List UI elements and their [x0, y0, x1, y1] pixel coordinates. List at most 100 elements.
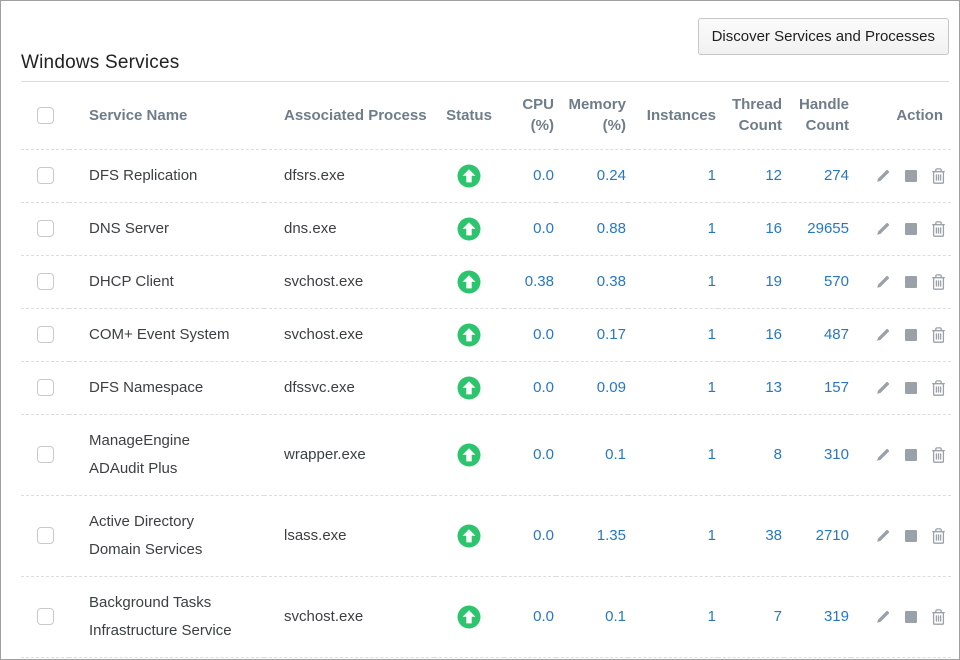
- table-row: Active Directory Domain Services lsass.e…: [21, 495, 951, 576]
- table-row: DNS Server dns.exe 0.0 0.88 1 16 29655: [21, 202, 951, 255]
- stop-square-icon[interactable]: [905, 382, 917, 394]
- row-checkbox[interactable]: [37, 379, 54, 396]
- instances-value[interactable]: 1: [628, 361, 718, 414]
- associated-process: dns.exe: [264, 202, 434, 255]
- handle-count-value[interactable]: 157: [784, 361, 851, 414]
- thread-count-value[interactable]: 19: [718, 255, 784, 308]
- delete-trash-icon[interactable]: [930, 608, 947, 626]
- cpu-value[interactable]: 0.0: [504, 495, 556, 576]
- associated-process: svchost.exe: [264, 576, 434, 657]
- delete-trash-icon[interactable]: [930, 379, 947, 397]
- cpu-value[interactable]: 0.38: [504, 255, 556, 308]
- memory-value[interactable]: 0.17: [556, 308, 628, 361]
- service-name: DNS Server: [69, 202, 264, 255]
- cpu-value[interactable]: 0.0: [504, 202, 556, 255]
- service-name: Background Tasks Infrastructure Service: [69, 576, 264, 657]
- page-header: Windows Services Discover Services and P…: [21, 1, 949, 82]
- col-header-status: Status: [434, 82, 504, 149]
- table-row: DHCP Client svchost.exe 0.38 0.38 1 19 5…: [21, 255, 951, 308]
- associated-process: lsass.exe: [264, 495, 434, 576]
- table-row: Background Tasks Infrastructure Service …: [21, 576, 951, 657]
- cpu-value[interactable]: 0.0: [504, 576, 556, 657]
- thread-count-value[interactable]: 16: [718, 202, 784, 255]
- service-name: DHCP Client: [69, 255, 264, 308]
- discover-services-button[interactable]: Discover Services and Processes: [698, 18, 949, 55]
- delete-trash-icon[interactable]: [930, 273, 947, 291]
- edit-pencil-icon[interactable]: [875, 273, 892, 290]
- memory-value[interactable]: 0.24: [556, 149, 628, 202]
- delete-trash-icon[interactable]: [930, 167, 947, 185]
- stop-square-icon[interactable]: [905, 329, 917, 341]
- instances-value[interactable]: 1: [628, 414, 718, 495]
- memory-value[interactable]: 0.1: [556, 414, 628, 495]
- row-checkbox[interactable]: [37, 273, 54, 290]
- instances-value[interactable]: 1: [628, 308, 718, 361]
- select-all-checkbox[interactable]: [37, 107, 54, 124]
- services-table-body: DFS Replication dfsrs.exe 0.0 0.24 1 12 …: [21, 149, 951, 657]
- table-header-row: Service Name Associated Process Status C…: [21, 82, 951, 149]
- col-header-service-name: Service Name: [69, 82, 264, 149]
- thread-count-value[interactable]: 16: [718, 308, 784, 361]
- row-checkbox[interactable]: [37, 326, 54, 343]
- cpu-value[interactable]: 0.0: [504, 149, 556, 202]
- instances-value[interactable]: 1: [628, 576, 718, 657]
- cpu-value[interactable]: 0.0: [504, 361, 556, 414]
- handle-count-value[interactable]: 29655: [784, 202, 851, 255]
- thread-count-value[interactable]: 7: [718, 576, 784, 657]
- thread-count-value[interactable]: 38: [718, 495, 784, 576]
- status-up-icon: [457, 323, 481, 347]
- row-checkbox[interactable]: [37, 220, 54, 237]
- col-header-cpu: CPU (%): [504, 82, 556, 149]
- stop-square-icon[interactable]: [905, 611, 917, 623]
- delete-trash-icon[interactable]: [930, 326, 947, 344]
- edit-pencil-icon[interactable]: [875, 527, 892, 544]
- handle-count-value[interactable]: 310: [784, 414, 851, 495]
- delete-trash-icon[interactable]: [930, 446, 947, 464]
- instances-value[interactable]: 1: [628, 255, 718, 308]
- handle-count-value[interactable]: 2710: [784, 495, 851, 576]
- thread-count-value[interactable]: 12: [718, 149, 784, 202]
- table-row: DFS Replication dfsrs.exe 0.0 0.24 1 12 …: [21, 149, 951, 202]
- status-up-icon: [457, 164, 481, 188]
- instances-value[interactable]: 1: [628, 149, 718, 202]
- memory-value[interactable]: 0.38: [556, 255, 628, 308]
- memory-value[interactable]: 1.35: [556, 495, 628, 576]
- stop-square-icon[interactable]: [905, 223, 917, 235]
- row-checkbox[interactable]: [37, 167, 54, 184]
- status-up-icon: [457, 217, 481, 241]
- handle-count-value[interactable]: 274: [784, 149, 851, 202]
- edit-pencil-icon[interactable]: [875, 326, 892, 343]
- edit-pencil-icon[interactable]: [875, 379, 892, 396]
- service-name: Active Directory Domain Services: [69, 495, 264, 576]
- memory-value[interactable]: 0.88: [556, 202, 628, 255]
- edit-pencil-icon[interactable]: [875, 608, 892, 625]
- delete-trash-icon[interactable]: [930, 220, 947, 238]
- thread-count-value[interactable]: 8: [718, 414, 784, 495]
- edit-pencil-icon[interactable]: [875, 446, 892, 463]
- stop-square-icon[interactable]: [905, 170, 917, 182]
- cpu-value[interactable]: 0.0: [504, 414, 556, 495]
- stop-square-icon[interactable]: [905, 276, 917, 288]
- service-name: COM+ Event System: [69, 308, 264, 361]
- row-checkbox[interactable]: [37, 527, 54, 544]
- table-row: COM+ Event System svchost.exe 0.0 0.17 1…: [21, 308, 951, 361]
- delete-trash-icon[interactable]: [930, 527, 947, 545]
- handle-count-value[interactable]: 570: [784, 255, 851, 308]
- edit-pencil-icon[interactable]: [875, 167, 892, 184]
- memory-value[interactable]: 0.09: [556, 361, 628, 414]
- service-name: DFS Replication: [69, 149, 264, 202]
- row-checkbox[interactable]: [37, 608, 54, 625]
- instances-value[interactable]: 1: [628, 495, 718, 576]
- memory-value[interactable]: 0.1: [556, 576, 628, 657]
- edit-pencil-icon[interactable]: [875, 220, 892, 237]
- stop-square-icon[interactable]: [905, 449, 917, 461]
- instances-value[interactable]: 1: [628, 202, 718, 255]
- row-checkbox[interactable]: [37, 446, 54, 463]
- handle-count-value[interactable]: 487: [784, 308, 851, 361]
- handle-count-value[interactable]: 319: [784, 576, 851, 657]
- stop-square-icon[interactable]: [905, 530, 917, 542]
- cpu-value[interactable]: 0.0: [504, 308, 556, 361]
- associated-process: svchost.exe: [264, 308, 434, 361]
- thread-count-value[interactable]: 13: [718, 361, 784, 414]
- status-up-icon: [457, 443, 481, 467]
